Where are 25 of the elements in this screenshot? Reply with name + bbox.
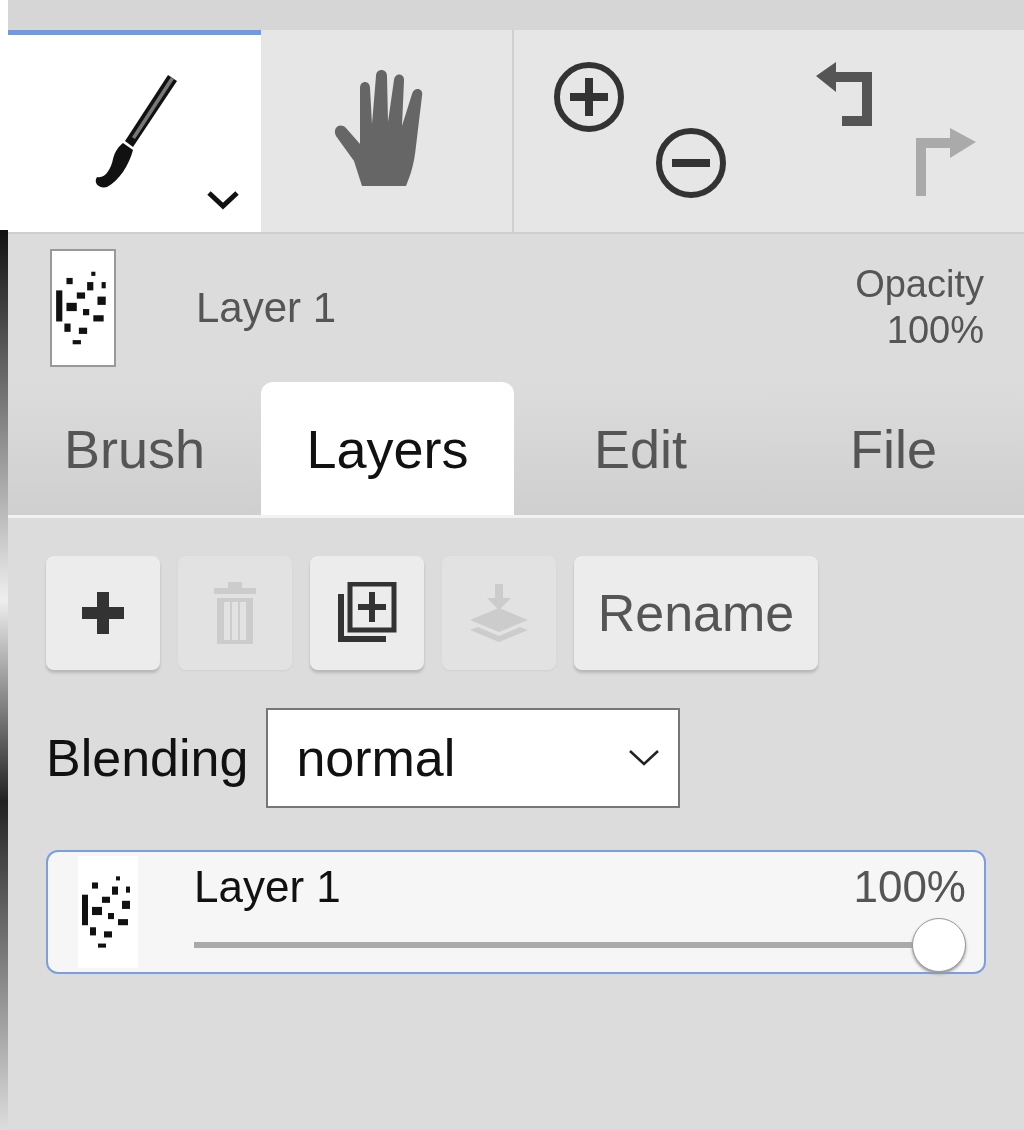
tab[interactable]: Layers xyxy=(261,382,514,515)
blending-label: Blending xyxy=(46,728,249,788)
duplicate-icon xyxy=(336,582,398,644)
plus-icon xyxy=(80,590,126,636)
duplicate-layer-button[interactable] xyxy=(310,556,424,670)
slider-thumb[interactable] xyxy=(912,918,966,972)
brush-tool-button[interactable] xyxy=(8,30,261,232)
zoom-out-icon xyxy=(654,126,728,200)
rename-button[interactable]: Rename xyxy=(574,556,818,670)
layer-name: Layer 1 xyxy=(194,862,341,912)
opacity-value: 100% xyxy=(853,862,966,912)
add-layer-button[interactable] xyxy=(46,556,160,670)
opacity-label: Opacity xyxy=(855,262,984,308)
tab[interactable]: Edit xyxy=(514,382,767,515)
layer-row[interactable]: Layer 1 100% xyxy=(46,850,986,974)
tab[interactable]: File xyxy=(767,382,1020,515)
blending-dropdown[interactable]: normal xyxy=(266,708,681,808)
caret-icon xyxy=(206,190,240,210)
opacity-value: 100% xyxy=(886,308,984,353)
zoom-out-button[interactable] xyxy=(654,126,728,200)
zoom-in-icon xyxy=(552,60,626,134)
zoom-in-button[interactable] xyxy=(552,60,626,134)
chevron-down-icon xyxy=(628,749,661,767)
layer-name: Layer 1 xyxy=(196,284,338,332)
tab[interactable]: Brush xyxy=(8,382,261,515)
